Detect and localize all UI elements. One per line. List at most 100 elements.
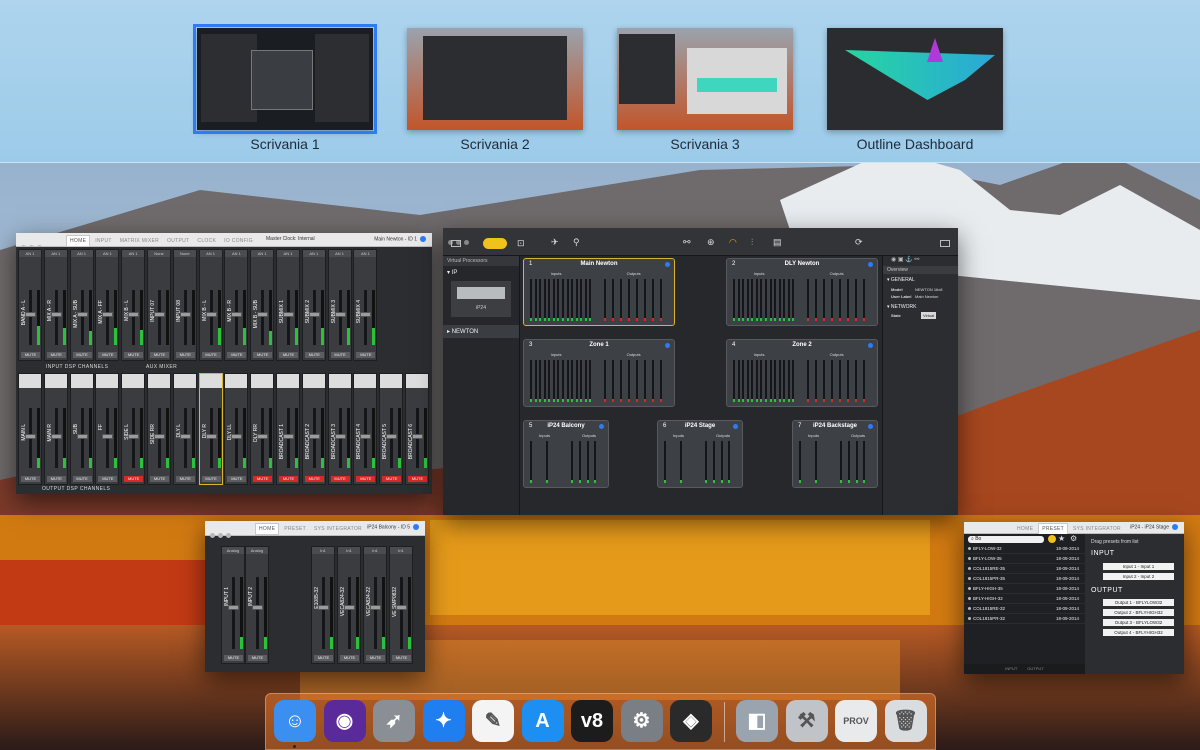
space-scrivania-1[interactable]: Scrivania 1 (193, 24, 377, 152)
preset-list-item[interactable]: BFLY-LOW-35 18-09-2014 (964, 554, 1085, 564)
prov-file-icon[interactable]: PROV (835, 700, 877, 742)
channel-source-select[interactable]: In1 (364, 547, 386, 554)
mute-button[interactable]: MUTE (72, 352, 92, 358)
globe-icon[interactable] (413, 524, 419, 530)
fader-knob[interactable] (102, 434, 114, 439)
space-scrivania-2[interactable]: Scrivania 2 (405, 28, 585, 152)
channel-source-select[interactable]: AN 1 (225, 250, 248, 257)
preview-icon[interactable]: ◧ (736, 700, 778, 742)
globe-icon[interactable] (1172, 524, 1178, 530)
channel-source-select[interactable]: None (173, 250, 196, 257)
mute-button[interactable]: MUTE (340, 655, 359, 661)
fader-knob[interactable] (76, 434, 88, 439)
utility-icon[interactable]: ⚒ (785, 700, 828, 742)
mute-button[interactable]: MUTE (227, 352, 247, 358)
mute-button[interactable]: MUTE (253, 352, 273, 358)
mute-button[interactable]: MUTE (201, 352, 221, 358)
space-scrivania-3[interactable]: Scrivania 3 (615, 28, 795, 152)
device-status-icon[interactable] (868, 343, 873, 348)
gauge-icon[interactable]: ◠ (729, 237, 737, 248)
channel-source-select[interactable]: AN 1 (44, 250, 67, 257)
mute-button[interactable]: MUTE (201, 476, 221, 482)
sidebar-toggle-icon[interactable] (451, 240, 461, 247)
tab-matrix-mixer[interactable]: MATRIX MIXER (117, 236, 162, 246)
preset-slot[interactable]: Output 1 - BFLYLOW32 (1103, 599, 1174, 606)
equalizer-icon[interactable]: ⫶ (751, 237, 753, 248)
mode-toggle[interactable] (483, 238, 507, 249)
tab-io-config[interactable]: IO CONFIG (221, 236, 256, 246)
v8-icon[interactable]: v8 (571, 700, 613, 742)
system-preferences-icon[interactable]: ⚙ (620, 700, 663, 742)
device-status-icon[interactable] (733, 424, 738, 429)
eq-thumbnail[interactable] (406, 374, 428, 388)
mute-button[interactable]: MUTE (72, 476, 92, 482)
channel-source-select[interactable]: AN 1 (19, 250, 41, 257)
device-status-icon[interactable] (665, 262, 670, 267)
mute-button[interactable]: MUTE (253, 476, 273, 482)
globe-icon[interactable] (420, 236, 426, 242)
eq-thumbnail[interactable] (328, 374, 351, 388)
eq-thumbnail[interactable] (70, 374, 93, 388)
mute-button[interactable]: MUTE (175, 476, 195, 482)
channel-source-select[interactable]: AN 1 (354, 250, 377, 257)
channel-source-select[interactable]: Analog (246, 547, 268, 554)
channel-source-select[interactable]: AN 1 (328, 250, 351, 257)
mute-button[interactable]: MUTE (314, 655, 333, 661)
device-status-icon[interactable] (868, 262, 873, 267)
globe-tool-icon[interactable]: ⊕ (707, 237, 715, 248)
eq-thumbnail[interactable] (19, 374, 41, 388)
eq-thumbnail[interactable] (302, 374, 325, 388)
preset-slot[interactable]: Input 2 - Input 2 (1103, 573, 1174, 580)
eq-thumbnail[interactable] (173, 374, 196, 388)
tab-clock[interactable]: CLOCK (194, 236, 219, 246)
mute-button[interactable]: MUTE (46, 352, 66, 358)
channel-source-select[interactable]: In1 (338, 547, 360, 554)
eq-thumbnail[interactable] (354, 374, 377, 388)
eq-thumbnail[interactable] (251, 374, 274, 388)
tab-home[interactable]: HOME (1014, 524, 1036, 534)
preset-list-item[interactable]: BFLY-HIGH-32 18-09-2014 (964, 594, 1085, 604)
mute-button[interactable]: MUTE (408, 476, 427, 482)
textedit-icon[interactable]: ✎ (472, 700, 514, 742)
channel-source-select[interactable]: In1 (312, 547, 334, 554)
network-section[interactable]: ▾ NETWORK (883, 300, 958, 312)
eq-thumbnail[interactable] (122, 374, 145, 388)
mute-button[interactable]: MUTE (248, 655, 267, 661)
inspector-toggle-icon[interactable] (940, 240, 950, 247)
channel-source-select[interactable]: AN 1 (199, 250, 222, 257)
tab-home[interactable]: HOME (66, 235, 91, 247)
device-status-icon[interactable] (665, 343, 670, 348)
device-status-icon[interactable] (868, 424, 873, 429)
safari-icon[interactable]: ✦ (422, 700, 465, 742)
trash-icon[interactable]: 🗑 (884, 700, 927, 742)
mute-button[interactable]: MUTE (21, 476, 40, 482)
preset-slot[interactable]: Output 2 - BFLYHIGH32 (1103, 609, 1174, 616)
finder-icon[interactable]: ☺ (274, 700, 316, 742)
eq-thumbnail[interactable] (225, 374, 248, 388)
clock-icon[interactable] (1048, 535, 1056, 543)
armonia-icon[interactable]: ◈ (670, 700, 712, 742)
tab-sys-integrator[interactable]: SYS INTEGRATOR (311, 524, 365, 534)
preset-list-item[interactable]: COL1815PR-35 18-09-2014 (964, 574, 1085, 584)
mute-button[interactable]: MUTE (150, 352, 169, 358)
mute-button[interactable]: MUTE (356, 352, 376, 358)
channel-source-select[interactable]: AN 1 (277, 250, 299, 257)
device-card[interactable]: 1 Main Newton Inputs Outputs (523, 258, 675, 326)
device-card[interactable]: 7 iP24 Backstage Inputs Outputs (792, 420, 878, 488)
star-icon[interactable]: ★ (1058, 534, 1065, 543)
tab-output[interactable]: OUTPUT (164, 236, 192, 246)
preset-list-item[interactable]: COL1815PR-32 18-09-2014 (964, 614, 1085, 624)
channel-source-select[interactable]: AN 1 (122, 250, 145, 257)
general-section[interactable]: ▾ GENERAL (883, 274, 958, 286)
search-input[interactable]: ⌕ Bo (968, 536, 1044, 543)
sidebar-group-newton[interactable]: ▸ NEWTON (443, 325, 519, 338)
channel-source-select[interactable]: AN 1 (70, 250, 93, 257)
mute-button[interactable]: MUTE (175, 352, 195, 358)
refresh-icon[interactable]: ⟳ (855, 237, 863, 248)
state-select[interactable]: Virtual (921, 312, 937, 319)
link-icon[interactable]: ⚯ (683, 237, 691, 248)
mute-button[interactable]: MUTE (330, 352, 350, 358)
network-icon[interactable]: ⊡ (517, 238, 525, 249)
mute-button[interactable]: MUTE (304, 352, 324, 358)
tab-preset[interactable]: PRESET (281, 524, 309, 534)
